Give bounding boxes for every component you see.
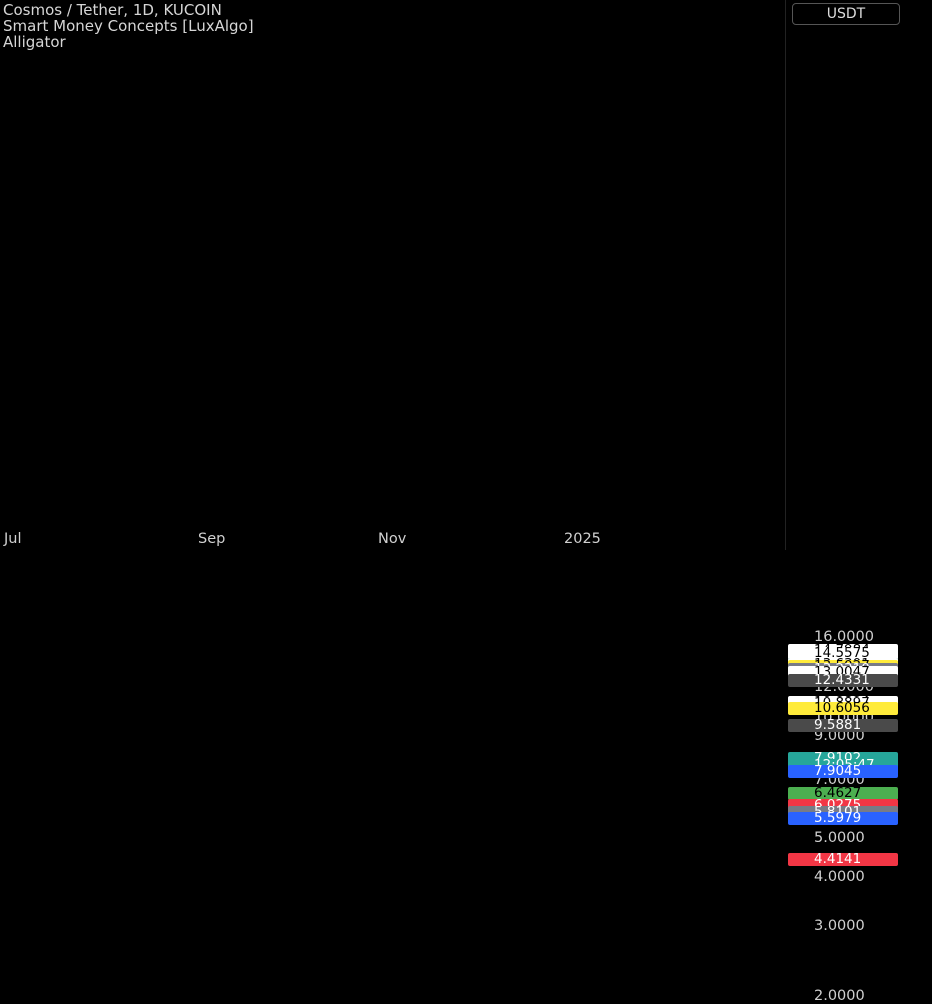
chart-title: Cosmos / Tether, 1D, KUCOIN — [3, 1, 222, 19]
chart-canvas[interactable]: Strong HighWeak LowBOSBOSCHoCHCHoCHCHoCH… — [0, 0, 785, 896]
price-badge: 7.9045 — [788, 764, 898, 778]
price-badge: 10.6056 — [788, 701, 898, 715]
price-badge: 12.4331 — [788, 673, 898, 688]
time-tick: Jul — [4, 531, 22, 547]
price-badge: 5.5979 — [788, 811, 898, 825]
time-tick: Nov — [378, 531, 407, 547]
price-tick: 4.0000 — [814, 868, 865, 885]
price-tick: 3.0000 — [814, 918, 865, 935]
price-tick: 16.0000 — [814, 629, 874, 646]
price-badge: 9.5881 — [788, 718, 898, 733]
indicator-alligator-label[interactable]: Alligator — [3, 34, 66, 50]
time-tick: Sep — [198, 531, 226, 547]
price-axis[interactable]: USDT 16.000012.000010.00009.00007.00005.… — [785, 0, 932, 1003]
price-badge: 4.4141 — [788, 852, 898, 866]
currency-button[interactable]: USDT — [792, 3, 900, 25]
price-chart[interactable]: Strong HighWeak LowBOSBOSCHoCHCHoCHCHoCH… — [0, 0, 785, 896]
indicator-smc-label[interactable]: Smart Money Concepts [LuxAlgo] — [3, 18, 254, 34]
price-tick: 2.0000 — [814, 988, 865, 1004]
time-tick: 2025 — [564, 531, 601, 547]
price-tick: 5.0000 — [814, 829, 865, 846]
